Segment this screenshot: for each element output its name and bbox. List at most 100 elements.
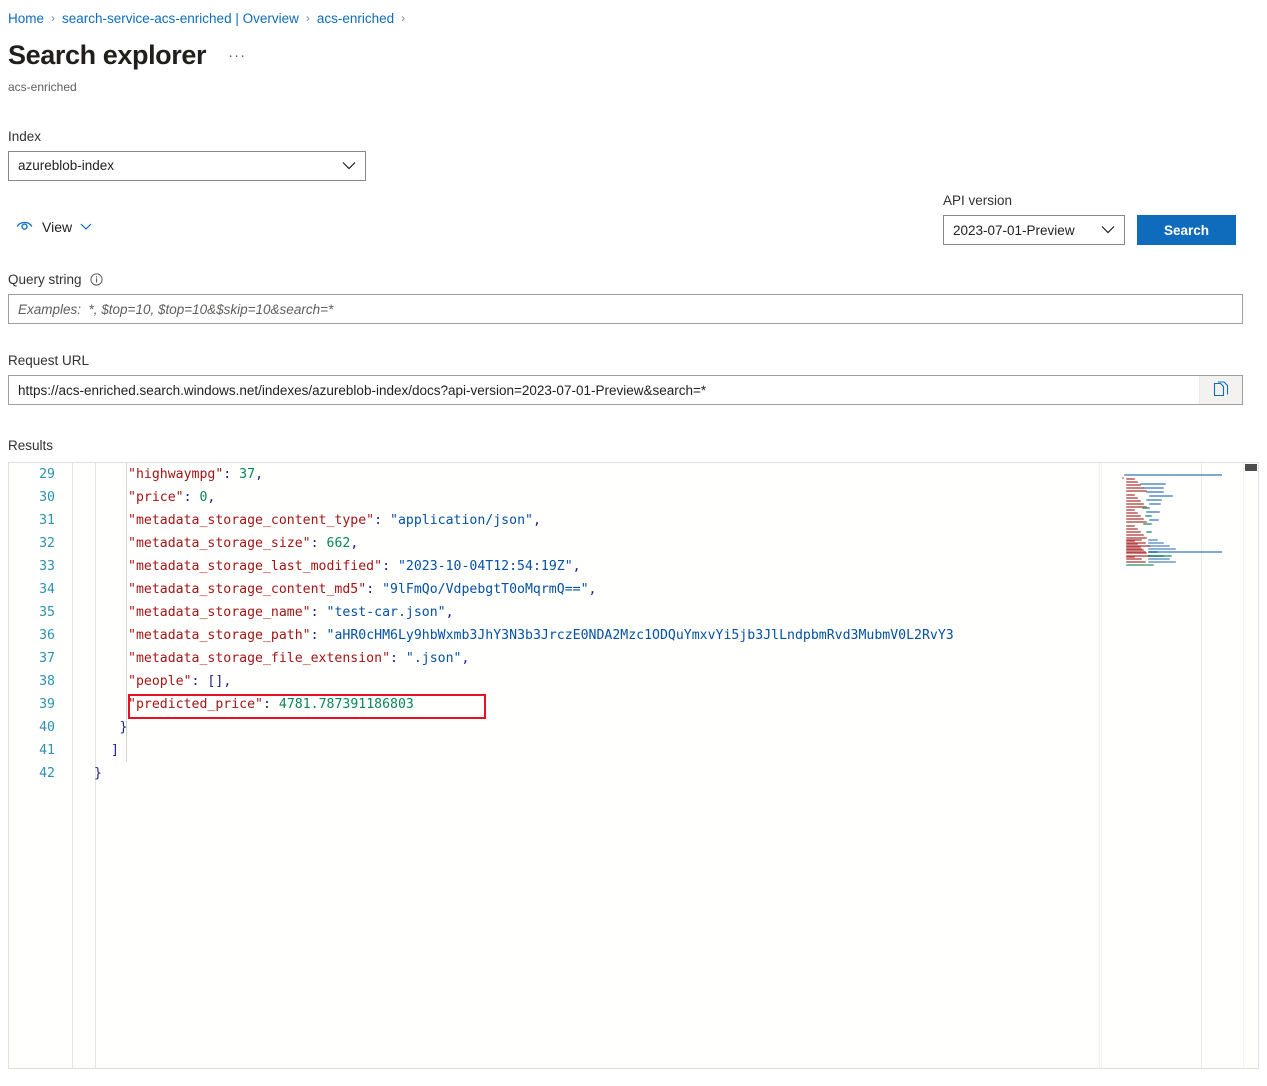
code-token-pun: : — [366, 582, 383, 597]
line-number: 35 — [39, 605, 55, 620]
page-header: Search explorer ··· — [0, 28, 1267, 71]
minimap-line — [1126, 502, 1144, 505]
minimap-line — [1126, 518, 1144, 521]
minimap-line — [1148, 551, 1222, 553]
query-string-input[interactable]: Examples: *, $top=10, $top=10&$skip=10&s… — [8, 294, 1243, 324]
code-token-str: "9lFmQo/VdpebgtT0oMqrmQ==" — [382, 582, 589, 597]
vertical-scrollbar[interactable] — [1243, 463, 1258, 1068]
page-title: Search explorer — [8, 40, 207, 70]
minimap-line — [1146, 499, 1162, 501]
vertical-scrollbar-thumb[interactable] — [1245, 464, 1257, 471]
minimap-line — [1126, 496, 1138, 499]
minimap-line — [1143, 523, 1152, 525]
code-token-pun: , — [445, 605, 454, 620]
code-text: "people": [], — [75, 670, 231, 693]
minimap-line — [1126, 515, 1141, 518]
line-number: 29 — [39, 467, 55, 482]
code-line: 37 "metadata_storage_file_extension": ".j… — [9, 647, 1258, 670]
code-token-str: "test-car.json" — [326, 605, 446, 620]
code-line: 38 "people": [], — [9, 670, 1258, 693]
code-token-key: "metadata_storage_file_extension" — [128, 651, 391, 666]
code-token-pun: , — [588, 582, 597, 597]
code-text: } — [75, 716, 128, 739]
minimap-line — [1126, 554, 1150, 557]
minimap-line — [1126, 533, 1144, 536]
code-token-key: "metadata_storage_last_modified" — [128, 559, 383, 574]
minimap-line — [1148, 545, 1170, 548]
minimap-line — [1124, 474, 1222, 476]
results-code-panel[interactable]: 29 "highwaympg": 37, 30 "price": 0, 31 "metad… — [8, 462, 1259, 1069]
code-token-num: 4781.787391186803 — [278, 697, 414, 712]
minimap-line — [1126, 539, 1142, 541]
line-number: 42 — [39, 766, 55, 781]
minimap-line — [1143, 487, 1164, 489]
code-token-pun: : — [374, 513, 391, 528]
line-number: 32 — [39, 536, 55, 551]
minimap-line — [1126, 542, 1146, 545]
query-string-placeholder: Examples: *, $top=10, $top=10&$skip=10&s… — [18, 301, 334, 317]
minimap-line — [1126, 490, 1147, 493]
breadcrumb-separator: › — [401, 11, 406, 25]
breadcrumb-item-acs-enriched[interactable]: acs-enriched — [317, 11, 394, 26]
minimap-line — [1126, 545, 1150, 548]
code-editor[interactable]: 29 "highwaympg": 37, 30 "price": 0, 31 "metad… — [9, 463, 1258, 1068]
line-number: 38 — [39, 674, 55, 689]
code-line: 33 "metadata_storage_last_modified": "202… — [9, 555, 1258, 578]
minimap-line — [1140, 483, 1166, 485]
code-line: 35 "metadata_storage_name": "test-car.jso… — [9, 601, 1258, 624]
request-url-label: Request URL — [8, 353, 90, 368]
code-line: 31 "metadata_storage_content_type": "appl… — [9, 509, 1258, 532]
api-version-group: API version 2023-07-01-Preview Search — [943, 193, 1236, 245]
minimap-line — [1148, 548, 1176, 551]
code-token-pun: , — [572, 559, 581, 574]
more-options-button[interactable]: ··· — [228, 47, 246, 64]
minimap-divider — [1201, 463, 1202, 1068]
code-token-brk: ] — [111, 743, 119, 758]
code-token-pun: , — [255, 467, 264, 482]
minimap-line — [1126, 509, 1135, 511]
code-token-pun: : — [183, 490, 200, 505]
code-line: 40} — [9, 716, 1258, 739]
minimap-line — [1126, 481, 1138, 484]
line-number: 34 — [39, 582, 55, 597]
view-label: View — [42, 218, 73, 235]
minimap-line — [1126, 499, 1141, 502]
code-line: 42} — [9, 762, 1258, 785]
code-line: 39 "predicted_price": 4781.787391186803 — [9, 693, 1258, 716]
code-text: } — [75, 762, 102, 785]
code-line: 34 "metadata_storage_content_md5": "9lFmQ… — [9, 578, 1258, 601]
view-dropdown-button[interactable]: View — [16, 218, 92, 235]
line-number: 30 — [39, 490, 55, 505]
api-version-label: API version — [943, 193, 1013, 208]
index-select[interactable]: azureblob-index — [8, 150, 366, 181]
minimap-line — [1126, 527, 1138, 530]
api-version-select[interactable]: 2023-07-01-Preview — [943, 215, 1125, 245]
request-url-input[interactable]: https://acs-enriched.search.windows.net/… — [8, 375, 1243, 405]
code-token-pun: : — [191, 674, 208, 689]
minimap-line — [1148, 539, 1158, 541]
breadcrumb: Home › search-service-acs-enriched | Ove… — [0, 0, 1267, 28]
code-minimap[interactable] — [1101, 463, 1222, 1068]
code-token-key: "people" — [128, 674, 192, 689]
query-string-label: Query string — [8, 272, 82, 287]
code-token-brk: [] — [207, 674, 224, 689]
code-token-pun: , — [461, 651, 470, 666]
index-label: Index — [8, 128, 42, 144]
breadcrumb-separator: › — [305, 11, 310, 25]
code-token-num: 37 — [239, 467, 256, 482]
code-token-num: 662 — [326, 536, 351, 551]
code-token-pun: , — [207, 490, 216, 505]
copy-icon[interactable] — [1199, 376, 1242, 404]
code-text: "metadata_storage_last_modified": "2023-… — [75, 555, 581, 578]
code-text: "metadata_storage_name": "test-car.json"… — [75, 601, 454, 624]
indent-guide — [126, 463, 127, 762]
breadcrumb-item-home[interactable]: Home — [8, 11, 44, 26]
search-button[interactable]: Search — [1137, 215, 1236, 245]
chevron-down-icon — [1101, 223, 1115, 238]
minimap-line — [1126, 487, 1144, 490]
eye-icon — [16, 218, 33, 235]
breadcrumb-item-search-service[interactable]: search-service-acs-enriched | Overview — [62, 11, 299, 26]
info-icon[interactable] — [89, 273, 103, 286]
code-token-pun: : — [310, 536, 327, 551]
code-token-pun: : — [382, 559, 398, 574]
